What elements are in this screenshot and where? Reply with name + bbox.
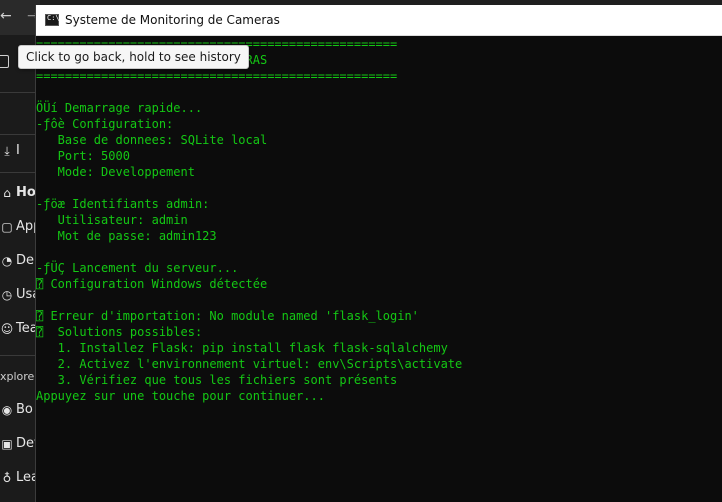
console-line: 3. Vérifiez que tous les fichiers sont p…	[36, 373, 398, 387]
home-icon: ⌂	[3, 186, 11, 200]
cmd-icon: C:\	[45, 14, 60, 26]
sidebar-item-home[interactable]: ⌂ Ho	[0, 183, 40, 203]
back-button-tooltip: Click to go back, hold to see history	[18, 45, 249, 69]
console-line: Appuyez sur une touche pour continuer...	[36, 389, 325, 403]
sidebar-divider	[0, 134, 40, 135]
console-line: Base de donnees: SQLite local	[36, 133, 268, 147]
console-line: Utilisateur: admin	[36, 213, 188, 227]
console-line: Mode: Developpement	[36, 165, 195, 179]
sidebar-divider	[0, 172, 40, 173]
tab-square-icon[interactable]	[0, 55, 9, 68]
console-line: ⍰ Configuration Windows détectée	[36, 277, 268, 291]
back-arrow-icon[interactable]: ←	[0, 8, 12, 24]
usage-icon: ◷	[1, 288, 13, 302]
apps-icon: ▢	[1, 220, 13, 234]
sidebar-divider	[0, 355, 40, 356]
deploy-icon: ◔	[1, 254, 13, 268]
console-line: Mot de passe: admin123	[36, 229, 217, 243]
window-title: Systeme de Monitoring de Cameras	[65, 13, 280, 27]
console-line: -ƒÜÇ Lancement du serveur...	[36, 261, 239, 275]
team-icon: ☺	[0, 322, 14, 336]
sidebar-divider	[0, 92, 40, 93]
sidebar-item-deploy[interactable]: ◔ De	[0, 251, 40, 271]
console-output[interactable]: ========================================…	[36, 35, 722, 502]
console-line: 2. Activez l'environnement virtuel: env\…	[36, 357, 463, 371]
console-line: 1. Installez Flask: pip install flask fl…	[36, 341, 448, 355]
download-icon: ⤓	[4, 144, 10, 158]
console-line: Port: 5000	[36, 149, 130, 163]
learn-icon: ♁	[2, 471, 12, 485]
sidebar-item-usage[interactable]: ◷ Usa	[0, 285, 40, 305]
bounties-icon: ◉	[1, 403, 13, 417]
console-window[interactable]: C:\ Systeme de Monitoring de Cameras ===…	[35, 5, 722, 502]
sidebar-item-bounties[interactable]: ◉ Bo	[0, 400, 40, 420]
sidebar-item-download[interactable]: ⤓ I	[0, 141, 40, 161]
console-line: -ƒöæ Identifiants admin:	[36, 197, 210, 211]
browser-background: ← → ⤓ I ⌂ Ho ▢ App ◔ De ◷ Usa ☺ Tea xplo…	[0, 0, 40, 502]
sidebar-section-label: xplore	[0, 370, 35, 383]
sidebar-item-team[interactable]: ☺ Tea	[0, 319, 40, 339]
window-titlebar[interactable]: C:\ Systeme de Monitoring de Cameras	[36, 5, 722, 36]
sidebar-item-dev[interactable]: ▣ Dev	[0, 434, 40, 454]
console-line: ⍰ Solutions possibles:	[36, 325, 203, 339]
sidebar-item-learn[interactable]: ♁ Lea	[0, 468, 40, 488]
console-line: ========================================…	[36, 69, 398, 83]
sidebar-item-apps[interactable]: ▢ App	[0, 217, 40, 237]
console-line: ⍰ Erreur d'importation: No module named …	[36, 309, 419, 323]
console-line: -ƒôè Configuration:	[36, 117, 174, 131]
dev-icon: ▣	[1, 437, 13, 451]
console-line: ÖÜí Demarrage rapide...	[36, 101, 203, 115]
